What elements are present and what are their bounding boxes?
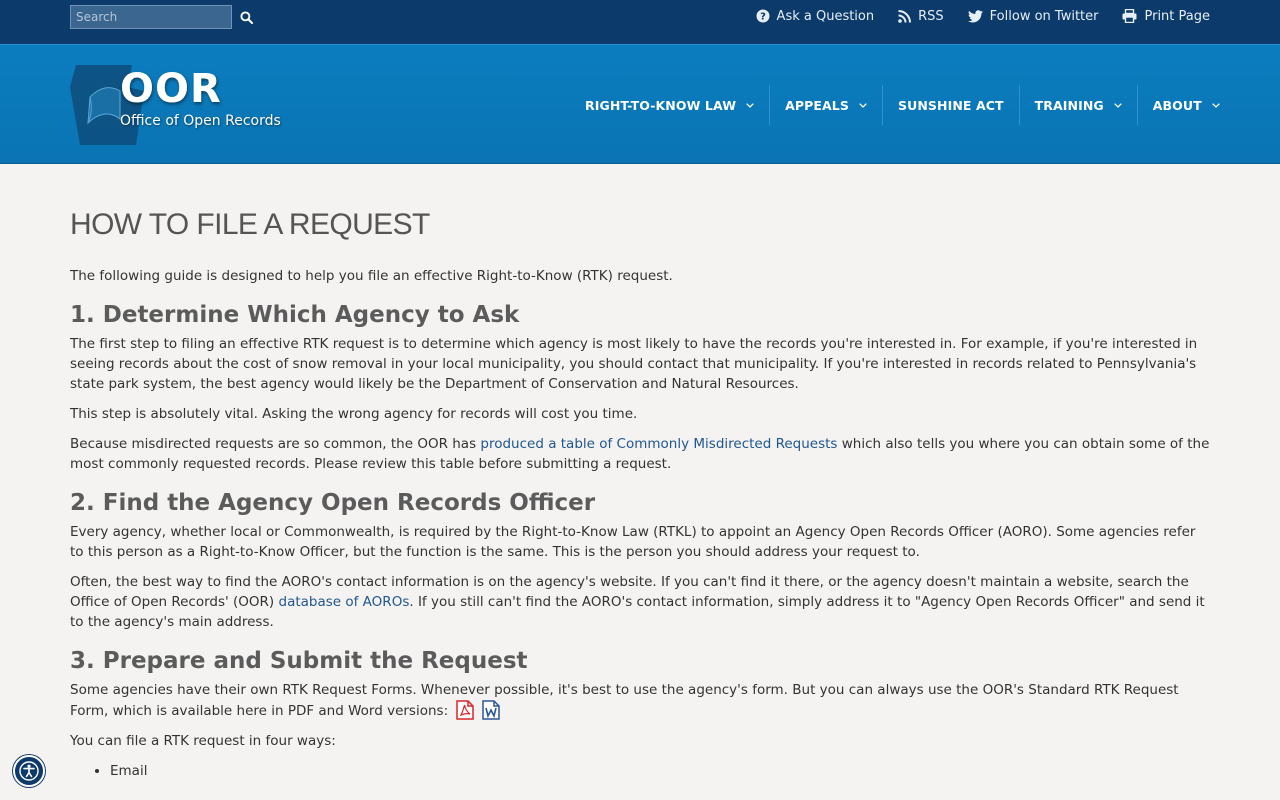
nav-label: APPEALS — [785, 97, 849, 113]
nav-right-to-know-law[interactable]: RIGHT-TO-KNOW LAW — [570, 85, 769, 125]
nav-label: RIGHT-TO-KNOW LAW — [585, 97, 737, 113]
section2-paragraph-1: Every agency, whether local or Commonwea… — [70, 524, 1196, 560]
print-icon — [1122, 9, 1137, 23]
main-content: HOW TO FILE A REQUEST The following guid… — [70, 210, 1210, 781]
filing-ways-list: Email — [110, 761, 1210, 781]
nav-appeals[interactable]: APPEALS — [769, 85, 882, 125]
search-icon — [239, 10, 253, 24]
main-navigation: RIGHT-TO-KNOW LAW APPEALS SUNSHINE ACT T… — [570, 85, 1235, 125]
site-header: OOR Office of Open Records RIGHT-TO-KNOW… — [0, 44, 1280, 164]
svg-text:?: ? — [760, 12, 766, 23]
nav-label: SUNSHINE ACT — [897, 97, 1004, 113]
search-button[interactable] — [234, 5, 258, 29]
chevron-down-icon — [1212, 102, 1220, 108]
logo-subtitle: Office of Open Records — [120, 113, 281, 129]
print-page-label: Print Page — [1144, 8, 1210, 24]
site-logo[interactable]: OOR Office of Open Records — [70, 63, 300, 147]
accessibility-button[interactable] — [13, 755, 45, 787]
text: Because misdirected requests are so comm… — [70, 436, 481, 452]
chevron-down-icon — [1114, 102, 1122, 108]
twitter-icon — [967, 9, 983, 22]
text: Some agencies have their own RTK Request… — [70, 682, 1179, 719]
print-page-link[interactable]: Print Page — [1122, 9, 1210, 24]
twitter-label: Follow on Twitter — [989, 8, 1099, 24]
section3-paragraph-1: Some agencies have their own RTK Request… — [70, 680, 1210, 721]
ask-question-link[interactable]: ? Ask a Question — [756, 8, 875, 24]
aoro-database-link[interactable]: database of AOROs — [279, 594, 410, 610]
utility-bar: ? Ask a Question RSS Follow on Twitter — [0, 0, 1280, 44]
section1-paragraph-2: This step is absolutely vital. Asking th… — [70, 406, 638, 422]
utility-links: ? Ask a Question RSS Follow on Twitter P… — [756, 0, 1210, 32]
section3-paragraph-2: You can file a RTK request in four ways: — [70, 733, 336, 749]
rss-icon — [898, 9, 912, 23]
rss-link[interactable]: RSS — [898, 9, 944, 24]
intro-text: The following guide is designed to help … — [70, 268, 673, 284]
nav-label: ABOUT — [1152, 97, 1202, 113]
section1-paragraph-3: Because misdirected requests are so comm… — [70, 434, 1210, 474]
question-circle-icon: ? — [756, 9, 770, 23]
ask-question-label: Ask a Question — [776, 8, 875, 24]
list-item: Email — [110, 761, 1210, 781]
nav-about[interactable]: ABOUT — [1136, 85, 1235, 125]
nav-label: TRAINING — [1034, 97, 1104, 113]
chevron-down-icon — [746, 102, 754, 108]
accessibility-icon — [19, 761, 39, 781]
section-heading-determine-agency: 1. Determine Which Agency to Ask — [70, 302, 520, 328]
section2-paragraph-2: Often, the best way to find the AORO's c… — [70, 572, 1210, 632]
chevron-down-icon — [859, 102, 867, 108]
nav-training[interactable]: TRAINING — [1018, 85, 1137, 125]
section-heading-find-aoro: 2. Find the Agency Open Records Officer — [70, 490, 596, 516]
word-file-icon[interactable] — [482, 700, 500, 720]
pdf-file-icon[interactable] — [456, 700, 474, 720]
page-title: HOW TO FILE A REQUEST — [70, 208, 430, 241]
twitter-link[interactable]: Follow on Twitter — [967, 8, 1099, 24]
section-heading-prepare-submit: 3. Prepare and Submit the Request — [70, 648, 528, 674]
rss-label: RSS — [918, 8, 944, 24]
nav-sunshine-act[interactable]: SUNSHINE ACT — [881, 85, 1019, 125]
misdirected-requests-link[interactable]: produced a table of Commonly Misdirected… — [480, 436, 837, 452]
search-form — [70, 5, 258, 29]
logo-title: OOR — [120, 66, 222, 112]
section1-paragraph-1: The first step to filing an effective RT… — [70, 336, 1198, 392]
search-input[interactable] — [70, 5, 232, 29]
